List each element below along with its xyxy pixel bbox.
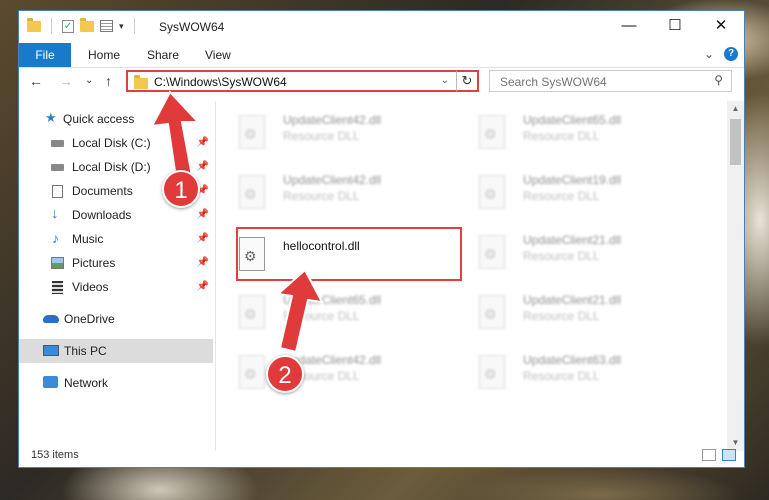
arrow-2 [275, 268, 324, 354]
arrow-1 [150, 90, 201, 180]
annotation-arrows [150, 90, 324, 354]
step-2-badge: 2 [266, 355, 304, 393]
step-1-badge: 1 [162, 170, 200, 208]
